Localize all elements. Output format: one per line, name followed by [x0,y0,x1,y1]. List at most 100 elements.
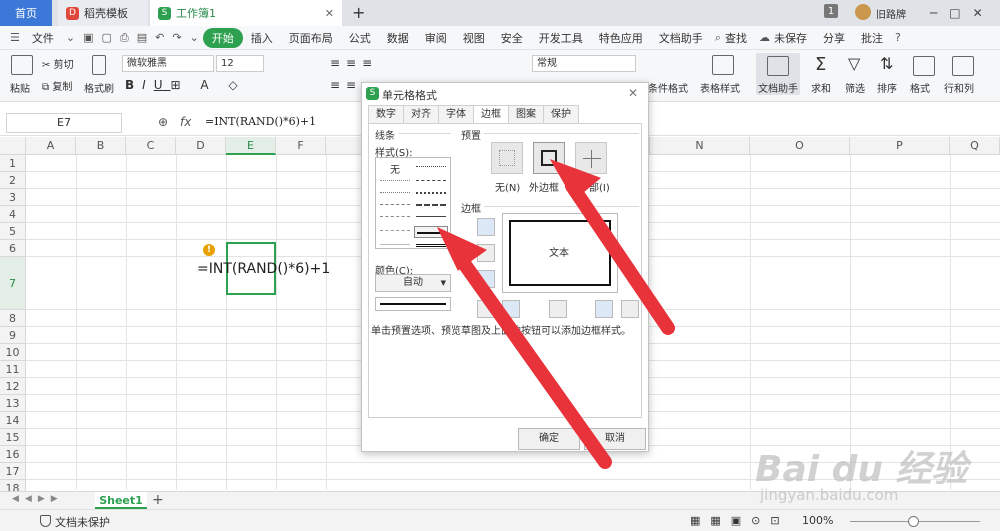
col-header-a[interactable]: A [26,137,76,155]
font-name-select[interactable]: 微软雅黑 [122,55,214,72]
menu-share[interactable]: 分享 [815,30,853,46]
tab-font[interactable]: 字体 [438,105,474,123]
menu-view[interactable]: 视图 [455,30,493,46]
line-style-option[interactable] [416,192,446,194]
menu-doc-assistant[interactable]: 文档助手 [651,30,711,46]
border-preview[interactable]: 文本 [502,213,618,293]
font-style-buttons[interactable]: BIU⊞ A ◇ [125,78,246,92]
add-sheet-button[interactable]: + [152,492,164,508]
sheet-nav-buttons[interactable]: ◀◀▶▶ [12,494,64,504]
font-size-select[interactable]: 12 [216,55,264,72]
tab-alignment[interactable]: 对齐 [403,105,439,123]
col-header-n[interactable]: N [650,137,750,155]
tab-protection[interactable]: 保护 [543,105,579,123]
preset-outline-button[interactable] [533,142,565,174]
line-style-option[interactable] [380,180,410,181]
paste-icon[interactable] [11,55,33,75]
menu-features[interactable]: 特色应用 [591,30,651,46]
format-icon[interactable] [913,56,935,76]
border-top-button[interactable] [477,218,495,236]
protect-status[interactable]: 文档未保护 [55,514,110,530]
ok-button[interactable]: 确定 [518,428,580,450]
row-header[interactable]: 5 [0,223,26,240]
redo-icon[interactable]: ↷ [168,31,185,44]
menu-security[interactable]: 安全 [493,30,531,46]
align-buttons[interactable]: ≡≡≡ [330,56,378,70]
rowcol-button[interactable]: 行和列 [944,80,974,95]
menu-start[interactable]: 开始 [202,27,243,48]
row-header[interactable]: 2 [0,172,26,189]
sheet-tab-sheet1[interactable]: Sheet1 [95,492,147,509]
table-style-button[interactable]: 表格样式 [700,80,740,95]
row-header[interactable]: 11 [0,361,26,378]
tab-home[interactable]: 首页 [0,0,52,26]
corner-select-all[interactable] [0,137,26,155]
line-style-list[interactable]: 无 [375,157,451,249]
row-header[interactable]: 3 [0,189,26,206]
line-style-option[interactable] [416,180,446,181]
undo-icon[interactable]: ↶ [151,31,168,44]
line-style-option[interactable] [380,244,410,245]
chevron-down-icon[interactable]: ⌄ [62,31,79,44]
border-diag-up-button[interactable] [477,300,495,318]
tab-pattern[interactable]: 图案 [508,105,544,123]
tab-template[interactable]: D 稻壳模板 [58,0,148,26]
line-style-option[interactable] [380,216,410,217]
window-count-badge[interactable]: 1 [824,4,838,18]
line-style-option[interactable] [416,216,446,217]
line-style-option[interactable] [416,244,446,247]
sum-icon[interactable]: Σ [815,54,826,75]
col-header-d[interactable]: D [176,137,226,155]
menu-comment[interactable]: 批注 [853,30,891,46]
line-style-option[interactable] [416,204,446,206]
format-button[interactable]: 格式 [910,80,930,95]
chevron-down-icon[interactable]: ⌄ [186,31,203,44]
col-header-c[interactable]: C [126,137,176,155]
row-header[interactable]: 4 [0,206,26,223]
search-icon[interactable]: ⌕ [711,31,725,45]
col-header-e[interactable]: E [226,137,276,155]
menu-formula[interactable]: 公式 [341,30,379,46]
col-header-p[interactable]: P [850,137,950,155]
row-header[interactable]: 7 [0,257,26,310]
border-middle-h-button[interactable] [477,244,495,262]
formula-input[interactable]: =INT(RAND()*6)+1 [205,115,316,128]
menu-file[interactable]: 文件 [24,30,62,46]
border-middle-v-button[interactable] [549,300,567,318]
filter-icon[interactable]: ▽ [848,54,860,73]
row-header[interactable]: 12 [0,378,26,395]
border-left-button[interactable] [502,300,520,318]
cond-format-button[interactable]: 条件格式 [648,80,688,95]
close-icon[interactable]: ✕ [628,86,638,100]
row-header[interactable]: 15 [0,429,26,446]
view-mode-icons[interactable]: ▦▦▣⊙⊡ [690,514,790,527]
save-icon[interactable]: ▣ [79,31,97,44]
menu-search[interactable]: 查找 [725,30,755,46]
user-name[interactable]: 旧路牌 [876,4,906,22]
tab-number[interactable]: 数字 [368,105,404,123]
border-right-button[interactable] [595,300,613,318]
hamburger-icon[interactable]: ☰ [0,31,24,44]
col-header-o[interactable]: O [750,137,850,155]
paste-button[interactable]: 粘贴 [10,80,30,95]
sort-icon[interactable]: ⇅ [880,54,893,73]
tab-border[interactable]: 边框 [473,105,509,124]
format-painter-icon[interactable] [92,55,106,75]
line-style-option[interactable] [417,232,445,234]
line-style-none[interactable]: 无 [390,161,400,176]
col-header-q[interactable]: Q [950,137,1000,155]
sort-button[interactable]: 排序 [877,80,897,95]
row-header[interactable]: 8 [0,310,26,327]
line-style-option[interactable] [416,166,446,167]
copy-button[interactable]: ⧉ 复制 [42,78,72,93]
row-header[interactable]: 16 [0,446,26,463]
rowcol-icon[interactable] [952,56,974,76]
preset-inside-button[interactable] [575,142,607,174]
col-header-b[interactable]: B [76,137,126,155]
menu-data[interactable]: 数据 [379,30,417,46]
zoom-slider-knob[interactable] [908,516,919,527]
filter-button[interactable]: 筛选 [845,80,865,95]
menu-insert[interactable]: 插入 [243,30,281,46]
color-select[interactable]: 自动 ▼ [375,274,451,292]
zoom-icon[interactable]: ⊕ [158,115,168,129]
